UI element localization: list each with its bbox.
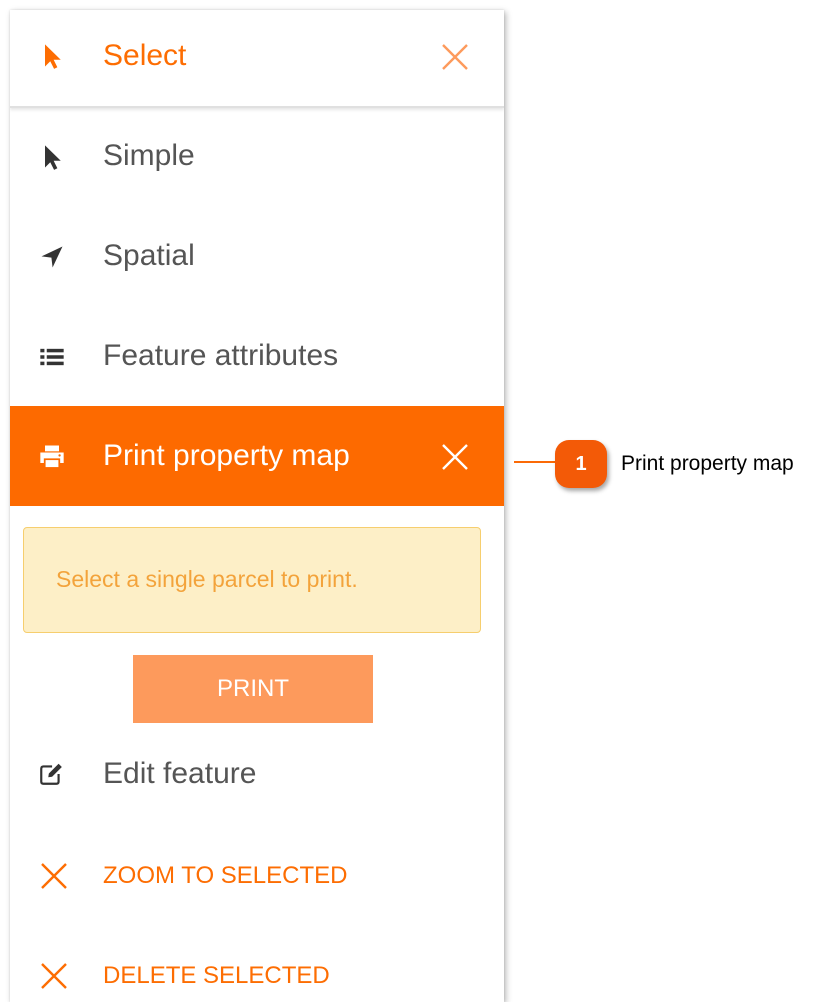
menu-item-simple[interactable]: Simple [10,108,504,208]
print-button[interactable]: PRINT [133,655,373,723]
menu-item-label: Feature attributes [103,339,339,372]
cursor-arrow-icon [45,145,61,170]
location-arrow-icon [41,246,63,268]
menu-item-feature-attributes[interactable]: Feature attributes [10,308,504,408]
cursor-arrow-icon [45,44,61,69]
panel-title: Select [103,39,187,72]
list-icon [40,348,64,366]
panel-header: Select [10,10,504,108]
zoom-to-selected-action[interactable]: ZOOM TO SELECTED [10,825,504,925]
menu-item-label: Print property map [103,439,350,472]
menu-item-edit-feature[interactable]: Edit feature [10,725,504,825]
delete-selected-label: DELETE SELECTED [103,962,330,989]
close-icon [41,963,67,989]
callout-label: Print property map [621,452,794,475]
select-panel: Select Simple Spatial Feature attributes [10,10,504,1002]
callout-line [514,461,558,463]
menu-item-spatial[interactable]: Spatial [10,208,504,308]
close-icon[interactable] [440,42,470,72]
edit-icon [40,763,62,785]
callout-badge: 1 [555,440,607,488]
menu-item-print-property-map[interactable]: Print property map [10,406,504,506]
delete-selected-action[interactable]: DELETE SELECTED [10,925,504,1002]
menu-item-label: Simple [103,139,195,172]
close-icon[interactable] [440,442,470,472]
menu-item-label: Spatial [103,239,195,272]
info-alert: Select a single parcel to print. [23,527,481,633]
alert-message: Select a single parcel to print. [56,566,358,592]
menu-item-label: Edit feature [103,757,257,790]
close-icon [41,863,67,889]
printer-icon [40,445,64,468]
zoom-to-selected-label: ZOOM TO SELECTED [103,862,348,889]
